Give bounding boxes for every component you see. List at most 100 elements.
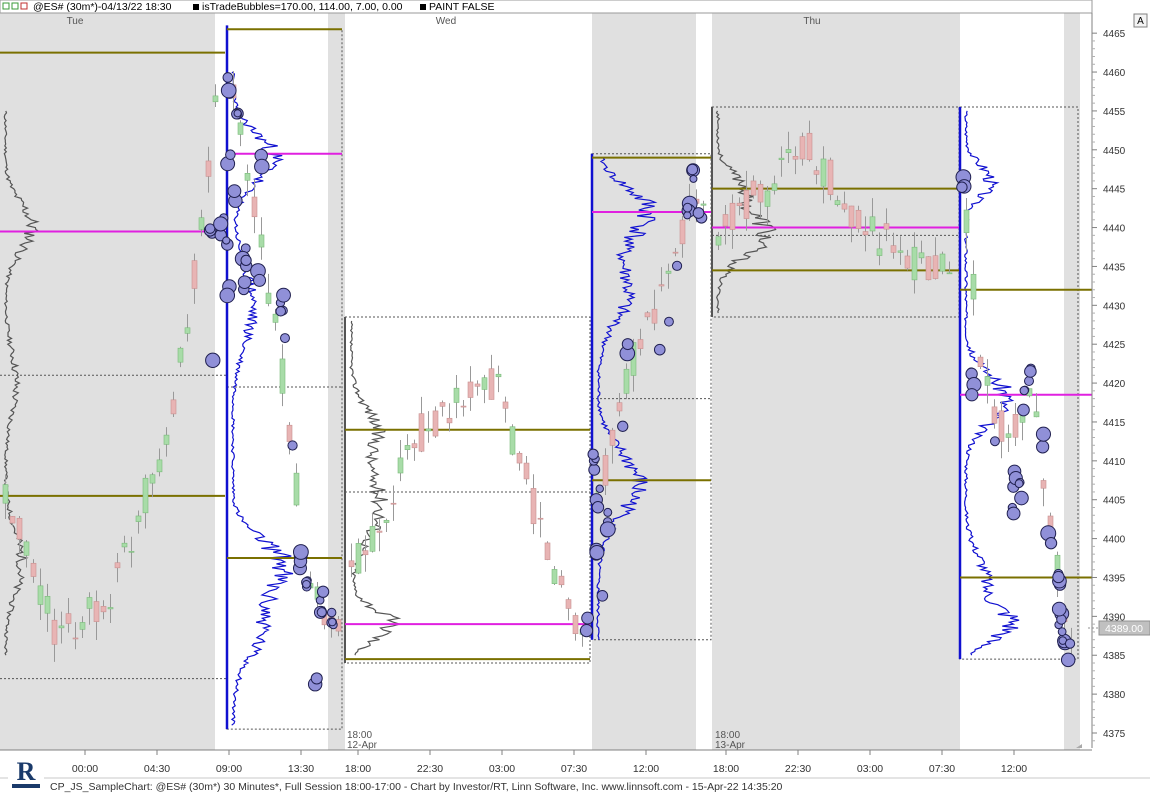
candle: [9, 516, 16, 524]
candle: [883, 223, 890, 230]
trade-bubble: [316, 585, 330, 598]
trade-bubble: [1006, 506, 1021, 521]
trade-bubble: [588, 463, 601, 476]
time-tick-label: 22:30: [417, 763, 443, 775]
candle: [474, 383, 481, 387]
candle: [488, 368, 495, 400]
candle: [205, 160, 212, 177]
last-price-label: 4389.00: [1105, 623, 1143, 635]
time-tick-label: 09:00: [216, 763, 242, 775]
trade-bubble: [316, 607, 327, 618]
trade-bubble: [310, 672, 323, 685]
candle: [244, 173, 251, 181]
trade-bubble: [328, 617, 337, 627]
candle: [848, 205, 855, 228]
indicator-2-label[interactable]: PAINT FALSE: [429, 1, 495, 13]
shaded-session: [0, 13, 215, 750]
trade-bubble: [617, 420, 629, 432]
candle: [72, 637, 79, 640]
candle: [149, 474, 156, 484]
trade-bubble: [1044, 536, 1058, 550]
candle: [750, 180, 757, 196]
candle: [58, 625, 65, 629]
header-symbol-info[interactable]: @ES# (30m*)-04/13/22 18:30: [33, 1, 172, 13]
candle: [984, 376, 991, 386]
autoscale-button-label: A: [1137, 16, 1144, 27]
trade-bubble: [240, 254, 252, 266]
candle: [516, 452, 523, 464]
candle: [258, 234, 265, 248]
candle: [963, 209, 970, 234]
trade-bubble: [275, 305, 287, 317]
trade-bubble: [254, 158, 270, 175]
trade-bubble: [671, 260, 683, 271]
trade-bubble: [1051, 601, 1067, 617]
price-tick-label: 4435: [1103, 262, 1126, 273]
candle: [679, 219, 686, 245]
candle: [551, 569, 558, 584]
price-chart[interactable]: @ES# (30m*)-04/13/22 18:30 isTradeBubble…: [0, 0, 1150, 793]
candle: [998, 410, 1005, 442]
trade-bubble: [587, 448, 599, 460]
time-tick-label: 12:00: [1001, 763, 1027, 775]
trade-bubble: [287, 440, 298, 451]
candle: [715, 236, 722, 246]
candle: [820, 158, 827, 187]
price-tick-label: 4425: [1103, 340, 1126, 351]
candle: [86, 597, 93, 609]
candle: [665, 270, 672, 274]
candle: [530, 488, 537, 525]
price-tick-label: 4400: [1103, 535, 1126, 546]
candle: [918, 252, 925, 259]
candle: [128, 551, 135, 553]
candle: [481, 377, 488, 390]
candle: [93, 601, 100, 622]
price-tick-label: 4440: [1103, 224, 1126, 235]
session-date-label: 12-Apr: [347, 740, 378, 751]
trade-bubble: [596, 590, 609, 602]
time-tick-label: 18:00: [345, 763, 371, 775]
candle: [439, 402, 446, 407]
time-tick-label: 22:30: [785, 763, 811, 775]
candle: [383, 520, 390, 523]
candle: [862, 231, 869, 236]
trade-bubble: [1060, 652, 1076, 668]
indicator-1-label[interactable]: isTradeBubbles=170.00, 114.00, 7.00, 0.0…: [202, 1, 403, 13]
candle: [369, 526, 376, 552]
candle: [376, 530, 383, 533]
trade-bubble: [956, 181, 968, 193]
candle: [904, 255, 911, 269]
candle: [736, 202, 743, 207]
candle: [1012, 414, 1019, 438]
candle: [411, 443, 418, 449]
time-tick-label: 03:00: [857, 763, 883, 775]
candle: [841, 203, 848, 210]
candle: [523, 462, 530, 480]
price-tick-label: 4460: [1103, 68, 1126, 79]
time-tick-label: 13:30: [288, 763, 314, 775]
candle: [876, 248, 883, 256]
candle: [404, 445, 411, 450]
candle: [729, 202, 736, 230]
candle: [502, 401, 509, 409]
candle: [142, 477, 149, 514]
time-tick-label: 18:00: [713, 763, 739, 775]
price-tick-label: 4420: [1103, 379, 1126, 390]
candle: [425, 428, 432, 432]
candle: [623, 368, 630, 394]
candle: [939, 253, 946, 272]
candle: [2, 484, 9, 504]
day-label-tue: Tue: [67, 16, 84, 27]
price-tick-label: 4450: [1103, 146, 1126, 157]
shaded-session: [712, 13, 960, 750]
candle: [495, 373, 502, 378]
candle: [602, 455, 609, 486]
candle: [460, 405, 467, 408]
candle: [163, 434, 170, 445]
candle: [946, 272, 953, 275]
linn-software-logo: R: [8, 754, 44, 790]
trade-bubble: [279, 333, 290, 344]
candle: [286, 424, 293, 442]
candle: [279, 358, 286, 394]
candle: [651, 308, 658, 324]
